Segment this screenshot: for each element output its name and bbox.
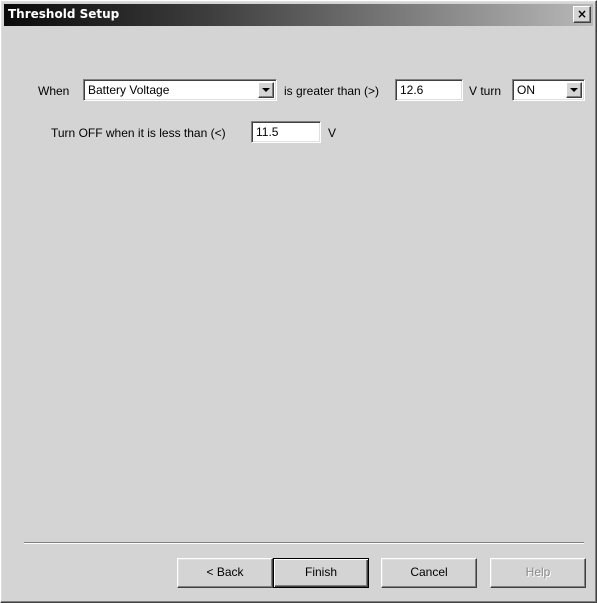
when-label: When [38, 84, 70, 98]
off-threshold-value: 11.5 [256, 125, 279, 139]
title-bar: Threshold Setup × [4, 4, 593, 26]
close-button[interactable]: × [573, 6, 591, 23]
state-select-value: ON [517, 83, 535, 97]
dialog-title: Threshold Setup [8, 7, 120, 21]
source-select[interactable]: Battery Voltage [83, 79, 277, 101]
on-threshold-value: 12.6 [400, 83, 424, 97]
on-threshold-input[interactable]: 12.6 [395, 79, 463, 101]
source-select-value: Battery Voltage [88, 83, 170, 97]
threshold-setup-dialog: Threshold Setup × When Battery Voltage i… [0, 0, 597, 603]
unit-turn-label: V turn [469, 84, 502, 98]
button-separator [24, 542, 584, 544]
chevron-down-icon[interactable] [258, 82, 274, 98]
off-threshold-input[interactable]: 11.5 [251, 121, 321, 143]
comparison-label: is greater than (>) [284, 84, 380, 98]
off-unit-label: V [328, 126, 337, 140]
chevron-down-icon[interactable] [566, 82, 582, 98]
state-select[interactable]: ON [512, 79, 585, 101]
turn-off-label: Turn OFF when it is less than (<) [51, 126, 226, 140]
cancel-button[interactable]: Cancel [381, 558, 477, 588]
finish-button[interactable]: Finish [273, 558, 369, 588]
help-button[interactable]: Help [490, 558, 586, 588]
back-button[interactable]: < Back [177, 558, 273, 588]
close-icon: × [576, 7, 588, 21]
